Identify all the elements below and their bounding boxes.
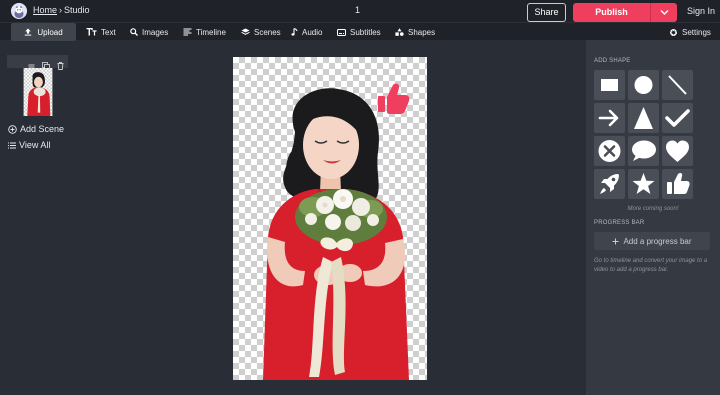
plus-icon: [612, 238, 619, 244]
shapes-panel: ADD SHAPE More coming soon! PROGRESS BAR: [586, 40, 720, 395]
shapes-tool-label: Shapes: [408, 27, 436, 37]
view-all-label: View All: [19, 140, 51, 150]
breadcrumb-separator: ›: [59, 5, 63, 15]
heart-icon: [666, 140, 689, 162]
thumbs-up-icon: [667, 172, 690, 194]
add-progress-bar-button[interactable]: Add a progress bar: [594, 232, 710, 250]
add-scene-label: Add Scene: [20, 124, 65, 134]
shape-speech-bubble-button[interactable]: [628, 136, 659, 166]
scene-thumbnail[interactable]: [19, 68, 57, 116]
scene-actions-bar: [7, 55, 68, 70]
x-circle-icon: [598, 140, 621, 162]
app-logo-icon[interactable]: [11, 3, 27, 19]
upload-icon: [25, 28, 32, 36]
publish-button-group: Publish: [573, 3, 677, 22]
images-tool-button[interactable]: Images: [130, 23, 168, 41]
trash-icon[interactable]: [57, 57, 64, 75]
images-tool-label: Images: [142, 27, 169, 37]
triangle-icon: [634, 107, 653, 129]
editor-canvas[interactable]: [233, 57, 427, 380]
upload-label: Upload: [37, 27, 63, 37]
progress-bar-title: PROGRESS BAR: [594, 220, 645, 226]
audio-tool-label: Audio: [302, 27, 323, 37]
shape-circle-button[interactable]: [628, 70, 659, 100]
rocket-icon: [600, 174, 619, 194]
add-scene-button[interactable]: Add Scene: [8, 124, 64, 134]
timeline-tool-button[interactable]: Timeline: [183, 23, 226, 41]
subtitles-tool-button[interactable]: Subtitles: [337, 23, 381, 41]
shapes-tool-button[interactable]: Shapes: [395, 23, 435, 41]
settings-label: Settings: [682, 27, 711, 37]
shape-line-button[interactable]: [662, 70, 693, 100]
shape-triangle-button[interactable]: [628, 103, 659, 133]
list-icon: [8, 142, 16, 148]
upload-button[interactable]: Upload: [11, 23, 76, 41]
top-bar: Home › Studio 1 Share Publish Sign In: [0, 0, 720, 22]
progress-bar-help-text: Go to timeline and convert your image to…: [594, 258, 708, 273]
settings-button[interactable]: Settings: [669, 23, 711, 41]
text-icon: [86, 28, 97, 36]
audio-tool-button[interactable]: Audio: [291, 23, 322, 41]
subtitles-tool-label: Subtitles: [350, 27, 381, 37]
thumbs-up-sticker-icon: [378, 83, 410, 114]
shape-thumbs-up-button[interactable]: [662, 169, 693, 199]
circle-icon: [634, 76, 653, 94]
line-icon: [668, 75, 687, 95]
subtitles-icon: [337, 28, 346, 36]
checkmark-icon: [665, 109, 690, 127]
rectangle-icon: [601, 79, 618, 91]
publish-options-button[interactable]: [650, 3, 677, 22]
breadcrumb: Home › Studio: [33, 5, 90, 15]
view-all-button[interactable]: View All: [8, 140, 50, 150]
add-progress-bar-label: Add a progress bar: [623, 236, 692, 246]
add-shape-title: ADD SHAPE: [594, 58, 631, 64]
shape-heart-button[interactable]: [662, 136, 693, 166]
share-button[interactable]: Share: [527, 3, 566, 22]
woman-with-bouquet-image[interactable]: [233, 57, 427, 380]
shape-rectangle-button[interactable]: [594, 70, 625, 100]
shapes-icon: [395, 28, 404, 36]
star-icon: [632, 173, 655, 194]
sign-in-link[interactable]: Sign In: [687, 6, 715, 16]
shape-rocket-button[interactable]: [594, 169, 625, 199]
timeline-tool-label: Timeline: [196, 27, 226, 37]
text-tool-button[interactable]: Text: [86, 23, 116, 41]
gear-icon: [670, 28, 677, 36]
text-tool-label: Text: [101, 27, 116, 37]
scenes-tool-label: Scenes: [254, 27, 281, 37]
plus-circle-icon: [8, 124, 17, 134]
search-icon: [130, 28, 138, 36]
shape-x-circle-button[interactable]: [594, 136, 625, 166]
scenes-tool-button[interactable]: Scenes: [241, 23, 281, 41]
arrow-right-icon: [598, 109, 619, 127]
shape-star-button[interactable]: [628, 169, 659, 199]
shape-checkmark-button[interactable]: [662, 103, 693, 133]
toolbar: Upload Text Images Timeline Scenes Audio…: [0, 22, 720, 41]
music-note-icon: [291, 28, 298, 36]
layers-icon: [241, 28, 250, 35]
more-coming-soon-text: More coming soon!: [627, 206, 679, 212]
speech-bubble-icon: [632, 140, 656, 161]
publish-button[interactable]: Publish: [573, 3, 650, 22]
breadcrumb-current: Studio: [64, 5, 90, 15]
breadcrumb-home-link[interactable]: Home: [33, 5, 57, 15]
page-number[interactable]: 1: [355, 5, 360, 15]
shape-arrow-button[interactable]: [594, 103, 625, 133]
chevron-down-icon: [660, 10, 669, 15]
timeline-icon: [183, 28, 192, 36]
